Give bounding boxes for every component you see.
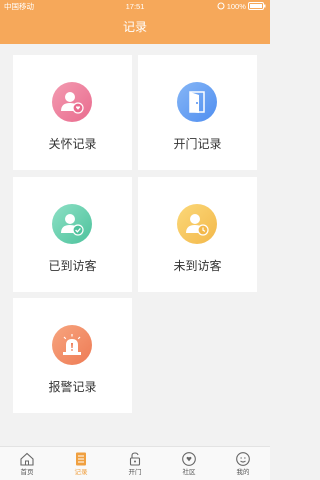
profile-icon bbox=[236, 452, 250, 466]
open-door-records-card[interactable]: 开门记录 bbox=[138, 55, 257, 170]
alarm-records-label: 报警记录 bbox=[48, 380, 97, 394]
tab-community-label: 社区 bbox=[182, 469, 196, 476]
battery-icon bbox=[248, 2, 266, 10]
care-person-heart-icon bbox=[52, 82, 92, 122]
record-grid: 关怀记录 开门记录 已到访客 未到访客 报警记录 bbox=[0, 44, 270, 446]
care-records-label: 关怀记录 bbox=[48, 137, 97, 151]
community-heart-icon bbox=[182, 452, 196, 466]
arrived-visitors-label: 已到访客 bbox=[48, 259, 97, 273]
alarm-records-card[interactable]: 报警记录 bbox=[13, 298, 132, 413]
app-header: 中国移动 17:51 100% 记录 bbox=[0, 0, 270, 44]
battery-percent: 100% bbox=[226, 2, 246, 11]
pending-visitors-label: 未到访客 bbox=[173, 259, 222, 273]
open-door-records-label: 开门记录 bbox=[173, 137, 222, 151]
arrived-visitors-card[interactable]: 已到访客 bbox=[13, 177, 132, 292]
care-records-card[interactable]: 关怀记录 bbox=[13, 55, 132, 170]
visitor-pending-clock-icon bbox=[177, 204, 217, 244]
open-door-icon bbox=[177, 82, 217, 122]
record-list-icon bbox=[76, 452, 86, 466]
tab-home-label: 首页 bbox=[20, 469, 34, 476]
alarm-siren-icon bbox=[52, 325, 92, 365]
bottom-tabbar: 首页 记录 开门 社区 我的 bbox=[0, 446, 270, 480]
tab-profile-label: 我的 bbox=[236, 469, 250, 476]
pending-visitors-card[interactable]: 未到访客 bbox=[138, 177, 257, 292]
unlock-icon bbox=[129, 452, 141, 466]
tab-open-door-label: 开门 bbox=[128, 469, 142, 476]
tab-home[interactable]: 首页 bbox=[0, 447, 54, 480]
tab-open-door[interactable]: 开门 bbox=[108, 447, 162, 480]
alarm-clock-icon bbox=[217, 2, 225, 10]
tab-records[interactable]: 记录 bbox=[54, 447, 108, 480]
tab-community[interactable]: 社区 bbox=[162, 447, 216, 480]
status-battery: 100% bbox=[217, 2, 266, 12]
page-title: 记录 bbox=[122, 20, 147, 34]
tab-records-label: 记录 bbox=[74, 469, 88, 476]
home-icon bbox=[20, 452, 34, 466]
tab-profile[interactable]: 我的 bbox=[216, 447, 270, 480]
visitor-arrived-check-icon bbox=[52, 204, 92, 244]
